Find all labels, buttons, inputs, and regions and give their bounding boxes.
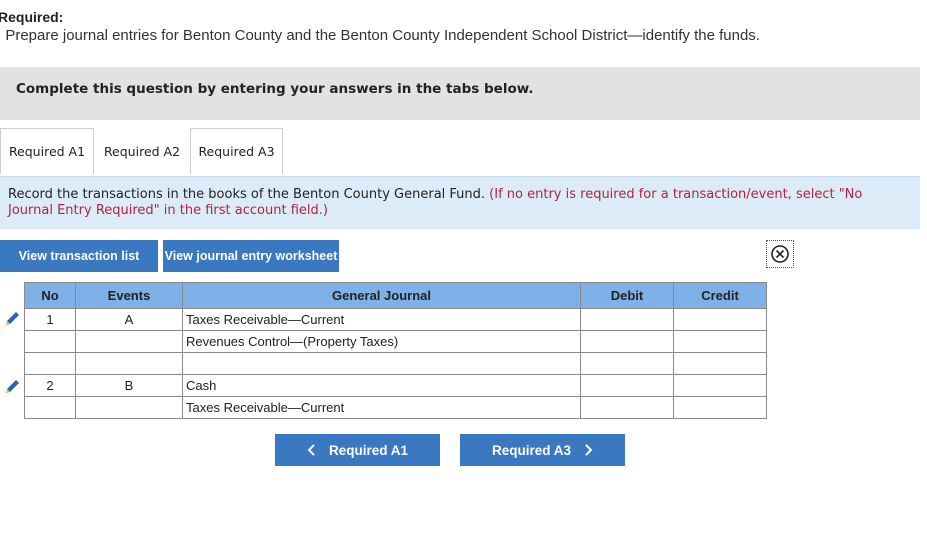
next-button-label: Required A3	[491, 442, 572, 458]
cell-credit[interactable]	[673, 396, 767, 419]
cell-debit[interactable]	[580, 374, 674, 397]
tab-required-a1[interactable]: Required A1	[0, 128, 94, 174]
cell-debit[interactable]	[580, 396, 674, 419]
table-row	[24, 352, 767, 375]
instructions-text: Record the transactions in the books of …	[8, 187, 888, 219]
cell-no	[24, 396, 76, 419]
cell-no: 2	[24, 374, 76, 397]
cell-no	[24, 330, 76, 353]
requirement-text: . Prepare journal entries for Benton Cou…	[0, 27, 760, 44]
chevron-left-icon	[307, 444, 315, 456]
cell-account[interactable]	[182, 352, 581, 375]
table-row: Taxes Receivable—Current	[24, 396, 767, 419]
edit-pencil-icon[interactable]	[4, 311, 22, 327]
tab-required-a2[interactable]: Required A2	[96, 128, 188, 174]
edit-pencil-icon[interactable]	[4, 379, 22, 395]
cell-no	[24, 352, 76, 375]
cell-debit[interactable]	[580, 352, 674, 375]
cell-debit[interactable]	[580, 308, 674, 331]
instructions-panel: Record the transactions in the books of …	[0, 176, 920, 229]
table-row: 1 A Taxes Receivable—Current	[24, 308, 767, 331]
tab-required-a3[interactable]: Required A3	[190, 128, 283, 174]
cell-credit[interactable]	[673, 308, 767, 331]
view-journal-worksheet-button[interactable]: View journal entry worksheet	[163, 240, 339, 272]
cell-account[interactable]: Revenues Control—(Property Taxes)	[182, 330, 581, 353]
header-events: Events	[75, 282, 183, 309]
cell-no: 1	[24, 308, 76, 331]
instruction-banner: Complete this question by entering your …	[0, 67, 920, 120]
cell-event[interactable]: B	[75, 374, 183, 397]
table-row: Revenues Control—(Property Taxes)	[24, 330, 767, 353]
table-row: 2 B Cash	[24, 374, 767, 397]
instructions-main: Record the transactions in the books of …	[8, 187, 490, 202]
header-general-journal: General Journal	[182, 282, 581, 309]
requirement-title: Required:	[0, 9, 64, 25]
cell-credit[interactable]	[673, 374, 767, 397]
next-required-a3-button[interactable]: Required A3	[460, 434, 625, 466]
cell-debit[interactable]	[580, 330, 674, 353]
header-credit: Credit	[673, 282, 767, 309]
cell-credit[interactable]	[673, 352, 767, 375]
chevron-right-icon	[585, 444, 593, 456]
header-no: No	[24, 282, 76, 309]
journal-table: No Events General Journal Debit Credit 1…	[24, 282, 767, 419]
cell-event[interactable]	[75, 352, 183, 375]
cell-credit[interactable]	[673, 330, 767, 353]
cell-event[interactable]	[75, 396, 183, 419]
close-button[interactable]	[766, 240, 794, 268]
cell-account[interactable]: Taxes Receivable—Current	[182, 396, 581, 419]
cell-account[interactable]: Cash	[182, 374, 581, 397]
view-transaction-list-button[interactable]: View transaction list	[0, 240, 158, 272]
cell-event[interactable]: A	[75, 308, 183, 331]
cell-account[interactable]: Taxes Receivable—Current	[182, 308, 581, 331]
header-debit: Debit	[580, 282, 674, 309]
cell-event[interactable]	[75, 330, 183, 353]
prev-button-label: Required A1	[328, 442, 409, 458]
close-circle-icon	[771, 245, 789, 263]
banner-text: Complete this question by entering your …	[16, 81, 534, 97]
prev-required-a1-button[interactable]: Required A1	[275, 434, 440, 466]
